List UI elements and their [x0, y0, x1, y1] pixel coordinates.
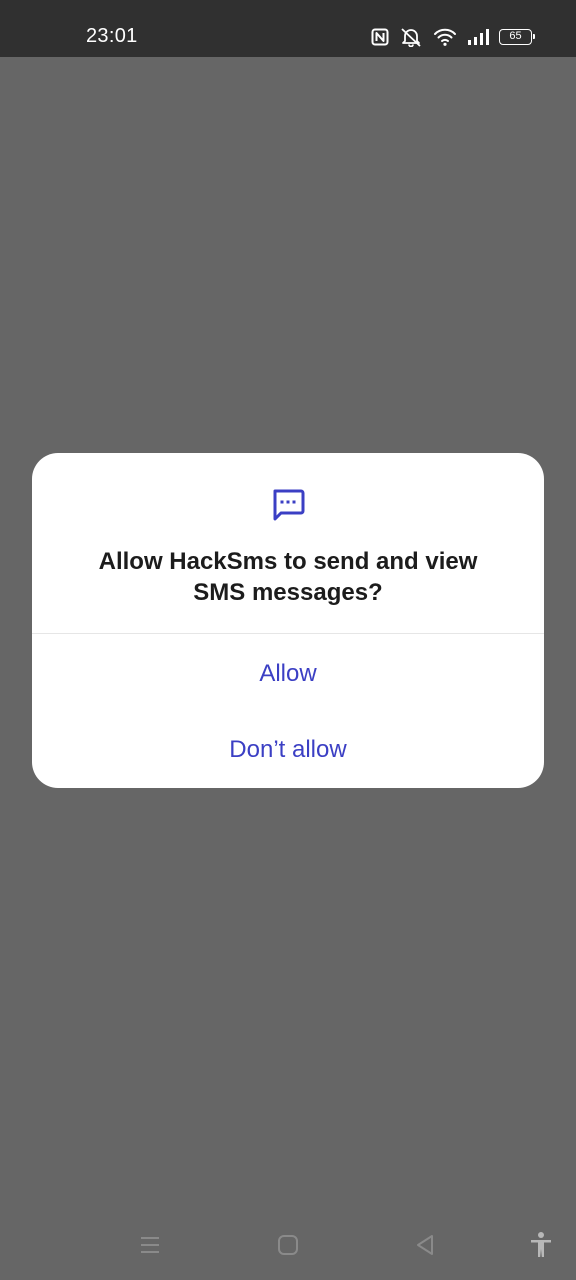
back-icon[interactable]	[408, 1228, 442, 1262]
wifi-icon	[433, 27, 457, 47]
dialog-divider	[32, 633, 544, 634]
sms-icon	[270, 488, 306, 527]
menu-icon[interactable]	[133, 1228, 167, 1262]
battery-icon: 65	[499, 29, 535, 45]
home-icon[interactable]	[271, 1228, 305, 1262]
dialog-title-line2: SMS messages?	[193, 579, 383, 606]
dont-allow-button[interactable]: Don’t allow	[32, 714, 544, 786]
nfc-icon	[371, 28, 389, 46]
accessibility-icon[interactable]	[524, 1228, 558, 1262]
status-icons: 65	[371, 26, 535, 48]
dialog-title: Allow HackSms to send and view SMS messa…	[32, 546, 544, 608]
mute-icon	[399, 27, 423, 47]
dialog-title-line1: Allow HackSms to send and view	[98, 548, 478, 575]
signal-icon	[467, 28, 489, 46]
allow-button[interactable]: Allow	[32, 638, 544, 710]
navigation-bar	[0, 1210, 576, 1280]
status-bar: 23:01 65	[0, 0, 576, 57]
status-time: 23:01	[86, 25, 138, 47]
